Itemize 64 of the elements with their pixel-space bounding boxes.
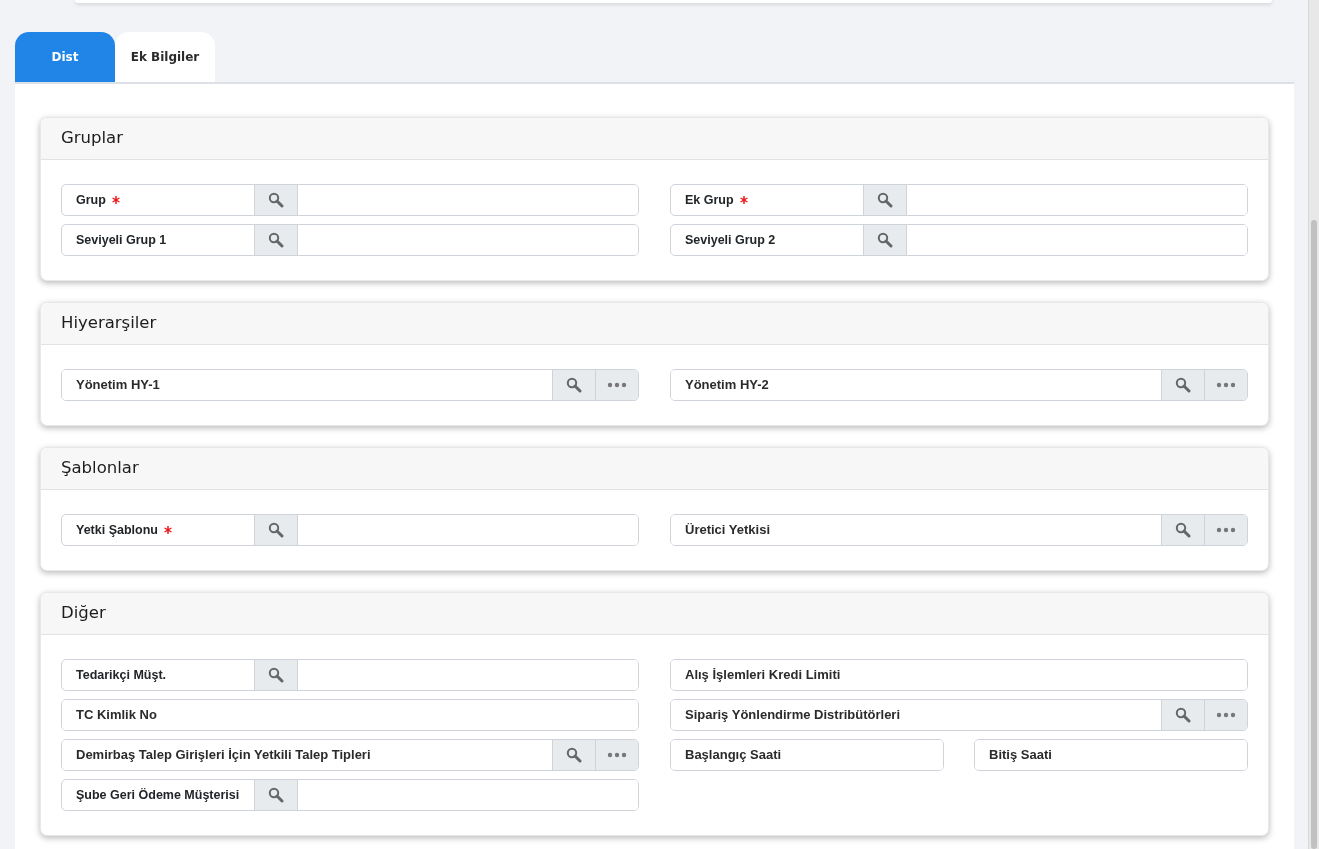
input-field[interactable]: TC Kimlik No (62, 700, 638, 730)
more-icon (1216, 527, 1236, 533)
more-icon (607, 382, 627, 388)
section-title: Gruplar (61, 127, 123, 150)
search-button[interactable] (552, 370, 595, 400)
search-icon (1175, 522, 1191, 538)
lookup-field[interactable]: Şube Geri Ödeme Müşterisi (61, 779, 639, 811)
picker-field[interactable]: Demirbaş Talep Girişleri İçin Yetkili Talep Tipleri (61, 739, 639, 771)
more-button[interactable] (1204, 370, 1247, 400)
lookup-field[interactable]: Seviyeli Grup 2 (670, 224, 1248, 256)
field-label: Ek Grup (685, 191, 734, 209)
lookup-field[interactable]: Seviyeli Grup 1 (61, 224, 639, 256)
more-button[interactable] (1204, 515, 1247, 545)
search-button[interactable] (255, 780, 298, 810)
search-icon (877, 232, 893, 248)
search-button[interactable] (255, 515, 298, 545)
picker-field[interactable]: Yönetim HY-2 (670, 369, 1248, 401)
search-button[interactable] (864, 185, 907, 215)
tab[interactable]: Ek Bilgiler (115, 32, 215, 82)
more-icon (607, 752, 627, 758)
search-icon (268, 667, 284, 683)
search-button[interactable] (864, 225, 907, 255)
search-button[interactable] (255, 185, 298, 215)
field-label: Şube Geri Ödeme Müşterisi (76, 786, 240, 804)
lookup-field[interactable]: Yetki Şablonu (61, 514, 639, 546)
lookup-field[interactable]: Grup (61, 184, 639, 216)
search-icon (268, 787, 284, 803)
search-icon (566, 747, 582, 763)
more-button[interactable] (595, 370, 638, 400)
input-field[interactable]: Alış İşlemleri Kredi Limiti (671, 660, 1247, 690)
section-title: Diğer (61, 602, 106, 625)
input-field[interactable]: Bitiş Saati (975, 740, 1247, 770)
search-icon (877, 192, 893, 208)
search-icon (268, 192, 284, 208)
lookup-field[interactable]: Tedarikçi Müşt. (61, 659, 639, 691)
picker-field[interactable]: Yönetim HY-1 (61, 369, 639, 401)
search-button[interactable] (255, 225, 298, 255)
more-button[interactable] (1204, 700, 1247, 730)
scrollbar-thumb[interactable] (1311, 220, 1317, 849)
search-icon (566, 377, 582, 393)
search-button[interactable] (1161, 515, 1204, 545)
field-label: Seviyeli Grup 1 (76, 231, 167, 249)
search-button[interactable] (552, 740, 595, 770)
lookup-field[interactable]: Ek Grup (670, 184, 1248, 216)
search-icon (1175, 707, 1191, 723)
field-label: Grup (76, 191, 106, 209)
picker-field[interactable]: Üretici Yetkisi (670, 514, 1248, 546)
field-label: Tedarikçi Müşt. (76, 666, 167, 684)
search-icon (268, 522, 284, 538)
search-button[interactable] (255, 660, 298, 690)
search-icon (1175, 377, 1191, 393)
input-field[interactable]: Başlangıç Saati (671, 740, 943, 770)
field-label: Seviyeli Grup 2 (685, 231, 776, 249)
more-button[interactable] (595, 740, 638, 770)
tab[interactable]: Dist (15, 32, 115, 82)
more-icon (1216, 712, 1236, 718)
picker-field[interactable]: Sipariş Yönlendirme Distribütörleri (670, 699, 1248, 731)
field-label: Yetki Şablonu (76, 521, 158, 539)
section-title: Şablonlar (61, 457, 139, 480)
more-icon (1216, 382, 1236, 388)
search-icon (268, 232, 284, 248)
search-button[interactable] (1161, 370, 1204, 400)
search-button[interactable] (1161, 700, 1204, 730)
section-title: Hiyerarşiler (61, 312, 157, 335)
